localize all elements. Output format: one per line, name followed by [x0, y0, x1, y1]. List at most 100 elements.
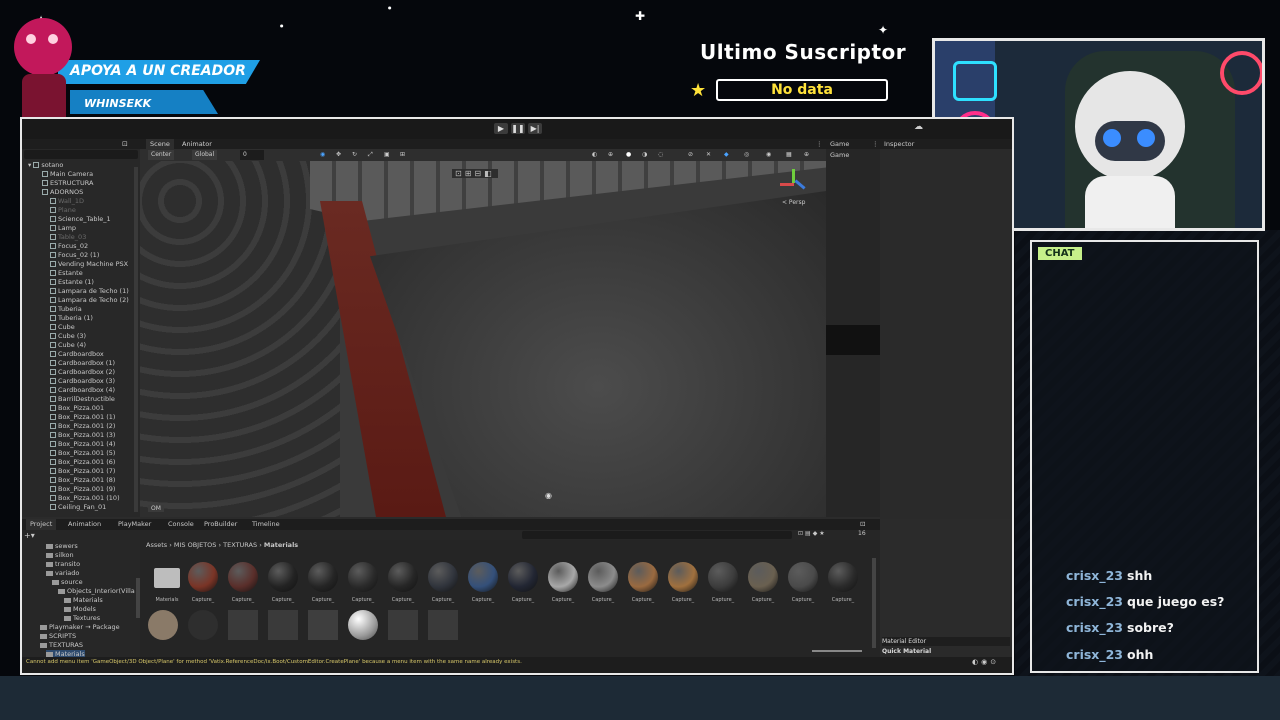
- breadcrumb-item[interactable]: Materials: [264, 541, 298, 549]
- tools-icon[interactable]: ✕: [706, 149, 711, 161]
- cloud-icon[interactable]: ☁: [914, 122, 923, 132]
- material-thumbnail[interactable]: [788, 562, 818, 592]
- game-display-dropdown[interactable]: Game: [830, 150, 849, 160]
- folder-item[interactable]: Materials: [64, 596, 103, 605]
- folder-item[interactable]: source: [52, 578, 83, 587]
- texture-thumbnail[interactable]: [268, 610, 298, 640]
- material-thumbnail[interactable]: [588, 562, 618, 592]
- folder-item[interactable]: TEXTURAS: [40, 641, 83, 650]
- pivot-dropdown[interactable]: Center: [148, 150, 175, 160]
- material-thumbnail[interactable]: [708, 562, 738, 592]
- material-editor-tab[interactable]: Material Editor: [882, 637, 1010, 646]
- tab-scene[interactable]: Scene: [146, 139, 174, 149]
- gizmos-dropdown-icon[interactable]: ⊕: [804, 149, 809, 161]
- asset-scrollbar[interactable]: [872, 558, 876, 648]
- hierarchy-item[interactable]: Tuberia (1): [50, 314, 93, 323]
- grid-icon[interactable]: ▦: [786, 149, 792, 161]
- tab-playmaker[interactable]: PlayMaker: [118, 519, 151, 530]
- folder-item[interactable]: Textures: [64, 614, 100, 623]
- hierarchy-item[interactable]: Cube (4): [50, 341, 86, 350]
- move-tool-icon[interactable]: ✥: [336, 149, 341, 161]
- project-filter-icons[interactable]: ⊡▤◆★: [798, 530, 827, 537]
- breadcrumb-item[interactable]: MIS OBJETOS: [174, 541, 217, 549]
- texture-thumbnail[interactable]: [188, 610, 218, 640]
- hierarchy-item[interactable]: Tuberia: [50, 305, 82, 314]
- rotate-tool-icon[interactable]: ↻: [352, 149, 357, 161]
- hierarchy-item[interactable]: Box_Pizza.001 (8): [50, 476, 115, 485]
- tab-game[interactable]: Game: [830, 139, 849, 149]
- hierarchy-item[interactable]: Lamp: [50, 224, 76, 233]
- breadcrumb-item[interactable]: Assets: [146, 541, 167, 549]
- texture-thumbnail[interactable]: [148, 610, 178, 640]
- hierarchy-item[interactable]: Lampara de Techo (2): [50, 296, 129, 305]
- scene-viewport[interactable]: ⊡⊞⊟◧ < Persp ◉ OM: [140, 161, 826, 517]
- folder-item[interactable]: transito: [46, 560, 80, 569]
- tab-project[interactable]: Project: [26, 519, 57, 530]
- breadcrumb-item[interactable]: TEXTURAS: [223, 541, 257, 549]
- hierarchy-item[interactable]: Cardboardbox: [50, 350, 104, 359]
- material-thumbnail[interactable]: [748, 562, 778, 592]
- pause-button[interactable]: ❚❚: [511, 123, 525, 134]
- more-icon[interactable]: ⋮: [816, 139, 823, 149]
- hierarchy-item[interactable]: Box_Pizza.001 (10): [50, 494, 120, 503]
- material-thumbnail[interactable]: [308, 562, 338, 592]
- texture-thumbnail[interactable]: [428, 610, 458, 640]
- hierarchy-scrollbar[interactable]: [134, 167, 138, 512]
- hierarchy-search[interactable]: [24, 150, 138, 159]
- hierarchy-item[interactable]: Cardboardbox (2): [50, 368, 115, 377]
- space-dropdown[interactable]: Global: [192, 150, 218, 160]
- hierarchy-item[interactable]: Box_Pizza.001 (2): [50, 422, 115, 431]
- audio-icon[interactable]: ◑: [642, 149, 647, 161]
- lock-icon[interactable]: ⊡: [122, 139, 128, 149]
- texture-thumbnail[interactable]: [388, 610, 418, 640]
- hierarchy-item[interactable]: Wall_1D: [50, 197, 84, 206]
- hierarchy-item[interactable]: BarrilDestructible: [50, 395, 115, 404]
- hierarchy-item[interactable]: Box_Pizza.001 (3): [50, 431, 115, 440]
- step-button[interactable]: ▶|: [528, 123, 542, 134]
- hierarchy-item[interactable]: Plane: [50, 206, 76, 215]
- material-thumbnail[interactable]: [628, 562, 658, 592]
- hierarchy-item[interactable]: Cube (3): [50, 332, 86, 341]
- hierarchy-item[interactable]: Box_Pizza.001 (7): [50, 467, 115, 476]
- hierarchy-item[interactable]: Cardboardbox (4): [50, 386, 115, 395]
- status-icons[interactable]: ◐◉⊙: [972, 657, 999, 667]
- hierarchy-item[interactable]: Main Camera: [42, 170, 93, 179]
- material-thumbnail[interactable]: [188, 562, 218, 592]
- play-button[interactable]: ▶: [494, 123, 508, 134]
- folder-item[interactable]: variado: [46, 569, 79, 578]
- hierarchy-root[interactable]: ▾ sotano: [28, 161, 63, 170]
- tab-inspector[interactable]: Inspector: [884, 139, 914, 149]
- hierarchy-item[interactable]: Estante: [50, 269, 83, 278]
- lighting-icon[interactable]: ●: [626, 149, 631, 161]
- tab-animation[interactable]: Animation: [68, 519, 101, 530]
- snap-input[interactable]: 0: [240, 150, 264, 160]
- hierarchy-item[interactable]: Box_Pizza.001 (4): [50, 440, 115, 449]
- folder-item[interactable]: Objects_Interior(Villa: [58, 587, 135, 596]
- scene-overlay-tools[interactable]: ⊡⊞⊟◧: [452, 169, 498, 178]
- material-thumbnail[interactable]: [468, 562, 498, 592]
- 2d-toggle-icon[interactable]: ⊕: [608, 149, 613, 161]
- hierarchy-item[interactable]: Box_Pizza.001: [50, 404, 104, 413]
- hierarchy-item[interactable]: Estante (1): [50, 278, 94, 287]
- hierarchy-item[interactable]: Cube: [50, 323, 75, 332]
- texture-thumbnail[interactable]: [308, 610, 338, 640]
- material-thumbnail[interactable]: [388, 562, 418, 592]
- tab-probuilder[interactable]: ProBuilder: [204, 519, 237, 530]
- zoom-slider[interactable]: [812, 650, 862, 652]
- folder-item[interactable]: silkon: [46, 551, 74, 560]
- rect-tool-icon[interactable]: ▣: [384, 149, 390, 161]
- hierarchy-item[interactable]: Vending Machine PSX: [50, 260, 128, 269]
- camera-icon[interactable]: ◎: [744, 149, 749, 161]
- hidden-icon[interactable]: ⊘: [688, 149, 693, 161]
- material-thumbnail[interactable]: [668, 562, 698, 592]
- material-thumbnail[interactable]: [428, 562, 458, 592]
- hierarchy-item[interactable]: Box_Pizza.001 (1): [50, 413, 115, 422]
- draw-mode-icon[interactable]: ◐: [592, 149, 597, 161]
- texture-thumbnail[interactable]: [228, 610, 258, 640]
- tab-console[interactable]: Console: [168, 519, 194, 530]
- folder-item[interactable]: Playmaker → Package: [40, 623, 120, 632]
- lock-icon[interactable]: ⊡: [860, 519, 865, 530]
- status-message[interactable]: Cannot add menu item 'GameObject/3D Obje…: [26, 657, 846, 667]
- orientation-gizmo[interactable]: [780, 169, 808, 197]
- tab-animator[interactable]: Animator: [178, 139, 216, 149]
